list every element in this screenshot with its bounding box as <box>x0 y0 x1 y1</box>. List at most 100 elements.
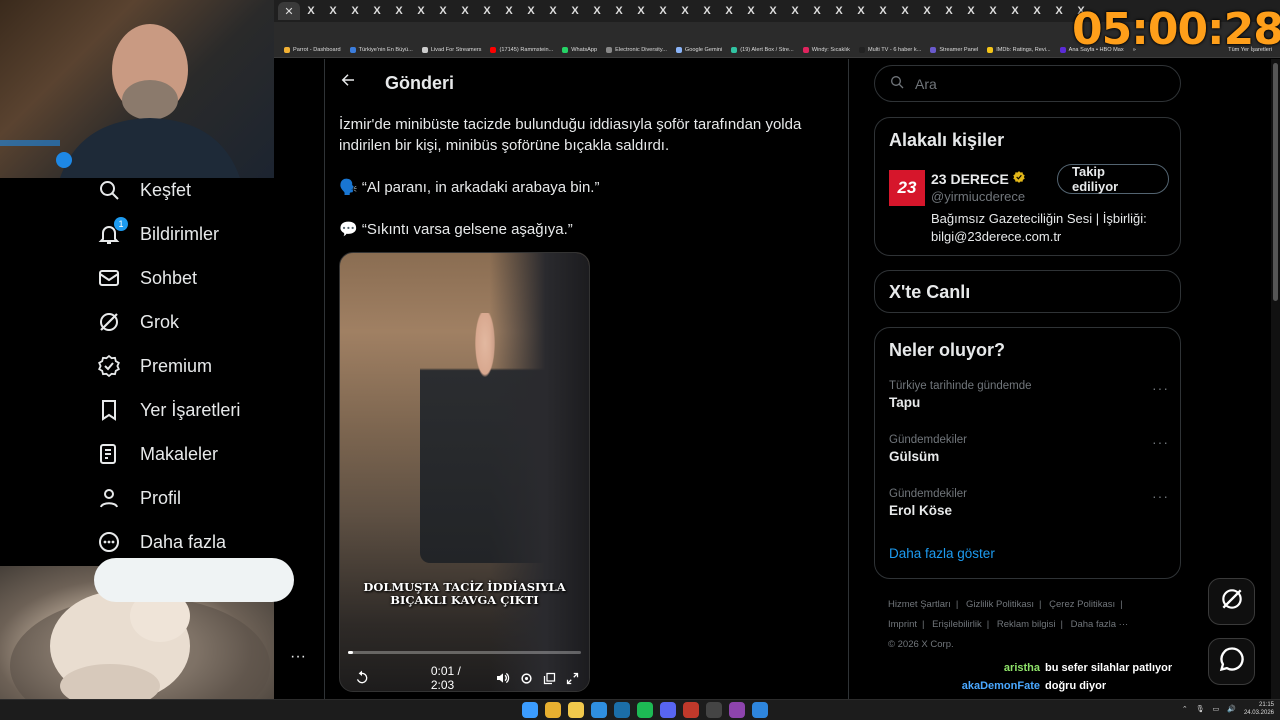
browser-tab[interactable]: X <box>938 2 960 20</box>
browser-tab[interactable]: X <box>432 2 454 20</box>
bookmark-item[interactable]: Türkiye'nin En Büyü... <box>349 46 413 53</box>
following-button[interactable]: Takip ediliyor <box>1057 164 1169 194</box>
trend-item[interactable]: Gündemdekiler Erol Köse ··· <box>889 488 1169 518</box>
video-player[interactable]: DOLMUŞTA TACİZ İDDİASIYLA BIÇAKLI KAVGA … <box>339 252 590 692</box>
browser-tab[interactable]: X <box>454 2 476 20</box>
footer-link[interactable]: Çerez Politikası <box>1049 599 1115 610</box>
browser-tab[interactable]: X <box>718 2 740 20</box>
footer-link[interactable]: Daha fazla ··· <box>1071 619 1129 630</box>
footer-link[interactable]: Reklam bilgisi <box>997 619 1056 630</box>
back-arrow-icon[interactable] <box>339 71 357 95</box>
browser-tab[interactable]: X <box>652 2 674 20</box>
nav-item-profile[interactable]: Profil <box>96 476 296 520</box>
bookmark-item[interactable]: Google Gemini <box>675 46 722 53</box>
browser-tab[interactable]: X <box>1048 2 1070 20</box>
taskbar-clock[interactable]: 21:15 24.03.2026 <box>1244 701 1274 717</box>
browser-tab[interactable]: X <box>322 2 344 20</box>
steam-taskbar-icon[interactable] <box>614 702 630 718</box>
browser-tab[interactable]: X <box>520 2 542 20</box>
browser-tab[interactable]: X <box>498 2 520 20</box>
scrollbar-thumb[interactable] <box>1273 63 1278 301</box>
trend-item[interactable]: Türkiye tarihinde gündemde Tapu ··· <box>889 380 1169 410</box>
browser-tab[interactable]: X <box>586 2 608 20</box>
footer-link[interactable]: Imprint <box>888 619 917 630</box>
nav-item-articles[interactable]: Makaleler <box>96 432 296 476</box>
replay-icon[interactable] <box>353 668 371 688</box>
grok-floating-button[interactable] <box>1208 578 1255 625</box>
app-purple-taskbar-icon[interactable] <box>729 702 745 718</box>
tray-chevron-icon[interactable]: ⌃ <box>1182 705 1188 713</box>
browser-tab[interactable]: X <box>872 2 894 20</box>
post-button[interactable] <box>94 558 294 602</box>
nav-item-grok[interactable]: Grok <box>96 300 296 344</box>
browser-tab[interactable]: X <box>850 2 872 20</box>
settings-gear-icon[interactable] <box>517 668 535 688</box>
chat-floating-button[interactable] <box>1208 638 1255 685</box>
footer-link[interactable]: Gizlilik Politikası <box>966 599 1034 610</box>
bookmark-item[interactable]: IMDb: Ratings, Revi... <box>987 46 1051 53</box>
bookmark-item[interactable]: Streamer Panel <box>930 46 978 53</box>
bookmark-item[interactable]: (17145) Rammstein... <box>490 46 553 53</box>
microphone-icon[interactable]: 🎙 <box>1196 705 1205 713</box>
browser-tab[interactable]: X <box>410 2 432 20</box>
browser-tab[interactable]: ✕ <box>278 2 300 20</box>
footer-link[interactable]: Erişilebilirlik <box>932 619 982 630</box>
popout-icon[interactable] <box>540 668 558 688</box>
browser-tab[interactable]: X <box>608 2 630 20</box>
chrome-taskbar-icon[interactable] <box>545 702 561 718</box>
start-taskbar-icon[interactable] <box>522 702 538 718</box>
bookmark-item[interactable]: Electronic Diversity... <box>606 46 667 53</box>
browser-tab[interactable]: X <box>542 2 564 20</box>
browser-tab[interactable]: X <box>476 2 498 20</box>
explorer-taskbar-icon[interactable] <box>568 702 584 718</box>
browser-tab[interactable]: X <box>366 2 388 20</box>
browser-tab[interactable]: X <box>564 2 586 20</box>
bookmark-item[interactable]: Parrot - Dashboard <box>284 46 341 53</box>
nav-item-bookmarks[interactable]: Yer İşaretleri <box>96 388 296 432</box>
trend-item[interactable]: Gündemdekiler Gülsüm ··· <box>889 434 1169 464</box>
nav-item-explore[interactable]: Keşfet <box>96 168 296 212</box>
volume-tray-icon[interactable]: 🔊 <box>1227 705 1236 713</box>
search-input[interactable]: Ara <box>874 65 1181 102</box>
browser-tab[interactable]: X <box>916 2 938 20</box>
photos-taskbar-icon[interactable] <box>752 702 768 718</box>
nav-item-messages[interactable]: Sohbet <box>96 256 296 300</box>
bookmark-item[interactable]: Windy: Sıcaklık <box>802 46 850 53</box>
trend-more-icon[interactable]: ··· <box>1152 434 1169 450</box>
bookmark-item[interactable]: WhatsApp <box>562 46 597 53</box>
browser-tab[interactable]: X <box>1004 2 1026 20</box>
browser-tab[interactable]: X <box>960 2 982 20</box>
browser-tab[interactable]: X <box>674 2 696 20</box>
browser-tab[interactable]: X <box>762 2 784 20</box>
browser-tab[interactable]: X <box>696 2 718 20</box>
nav-item-notifications[interactable]: 1 Bildirimler <box>96 212 296 256</box>
browser-tab[interactable]: X <box>1026 2 1048 20</box>
volume-icon[interactable] <box>495 668 513 688</box>
trend-more-icon[interactable]: ··· <box>1152 488 1169 504</box>
video-progress-bar[interactable] <box>348 651 581 654</box>
browser-tab[interactable]: X <box>894 2 916 20</box>
browser-tab[interactable]: X <box>740 2 762 20</box>
browser-tab[interactable]: X <box>828 2 850 20</box>
x-live-card[interactable]: X'te Canlı <box>874 270 1181 313</box>
browser-tab[interactable]: X <box>300 2 322 20</box>
browser-tab[interactable]: X <box>982 2 1004 20</box>
account-menu-dots[interactable]: ··· <box>290 648 306 666</box>
footer-link[interactable]: Hizmet Şartları <box>888 599 951 610</box>
browser-tab[interactable]: X <box>784 2 806 20</box>
page-scrollbar[interactable] <box>1271 59 1280 699</box>
edge-taskbar-icon[interactable] <box>591 702 607 718</box>
browser-tab[interactable]: X <box>630 2 652 20</box>
trend-more-icon[interactable]: ··· <box>1152 380 1169 396</box>
nav-item-premium[interactable]: Premium <box>96 344 296 388</box>
spotify-taskbar-icon[interactable] <box>637 702 653 718</box>
discord-taskbar-icon[interactable] <box>660 702 676 718</box>
person-name[interactable]: 23 DERECE <box>931 170 1026 187</box>
fullscreen-icon[interactable] <box>563 668 581 688</box>
browser-tab[interactable]: X <box>388 2 410 20</box>
browser-tab[interactable]: X <box>806 2 828 20</box>
bookmark-item[interactable]: Multi TV - 6 haber k... <box>858 46 921 53</box>
browser-tab[interactable]: X <box>344 2 366 20</box>
network-icon[interactable]: ▭ <box>1213 705 1220 713</box>
show-more-link[interactable]: Daha fazla göster <box>889 546 995 561</box>
